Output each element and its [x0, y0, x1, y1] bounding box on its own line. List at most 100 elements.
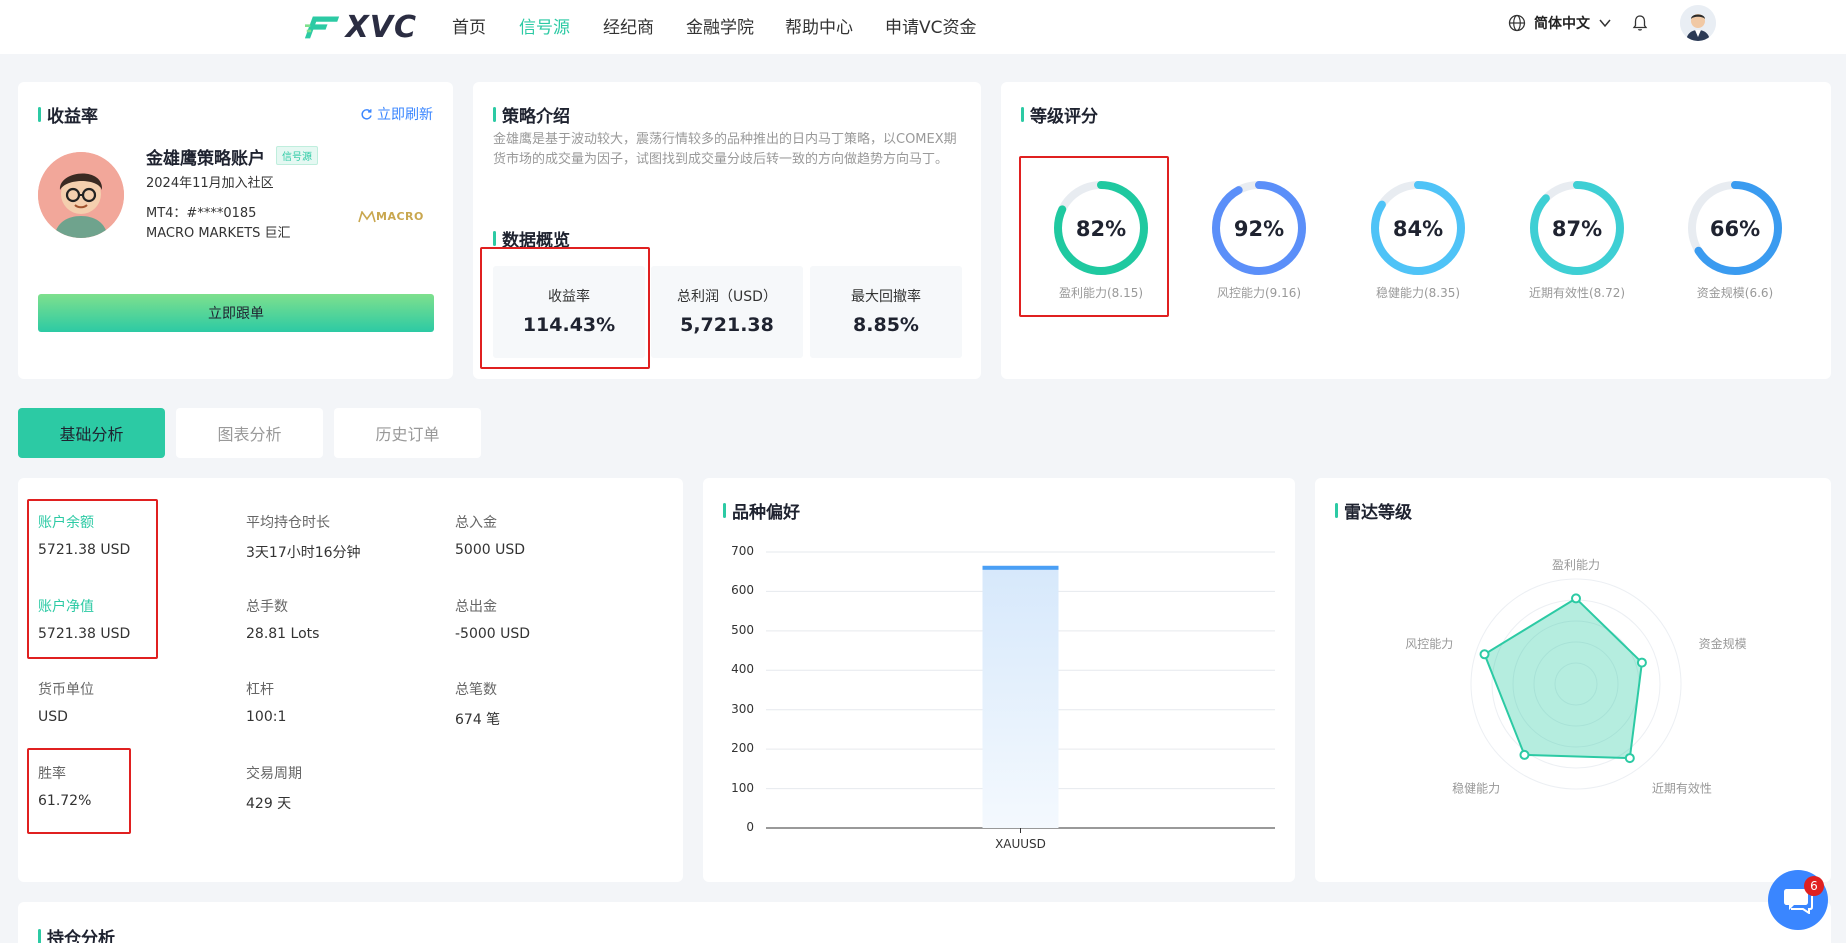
- radar-axis-label: 盈利能力: [1552, 558, 1600, 572]
- bell-icon[interactable]: [1632, 14, 1648, 32]
- detail-value: -5000 USD: [455, 626, 531, 642]
- detail-value: 28.81 Lots: [246, 626, 320, 642]
- gauge-label: 近期有效性(8.72): [1528, 286, 1626, 300]
- detail-label: 货币单位: [38, 682, 94, 698]
- tab-basic-analysis[interactable]: 基础分析: [18, 408, 165, 458]
- detail-label: 总入金: [455, 515, 497, 531]
- gauge-label: 稳健能力(8.35): [1375, 286, 1461, 300]
- account-avatar: [38, 152, 124, 238]
- x-tick-label: XAUUSD: [995, 837, 1046, 851]
- bar: [982, 565, 1059, 828]
- detail-label: 交易周期: [246, 766, 302, 782]
- signal-source-badge: 信号源: [276, 146, 318, 165]
- detail-label: 平均持仓时长: [246, 515, 330, 531]
- radar-axis-label: 风控能力: [1405, 637, 1453, 651]
- gauge-ring: 84%: [1371, 181, 1465, 275]
- tab-order-history[interactable]: 历史订单: [334, 408, 481, 458]
- radar-point: [1479, 649, 1490, 660]
- radar-axis-label: 资金规模: [1699, 636, 1747, 651]
- gauge-ring: 82%: [1054, 181, 1148, 275]
- detail-label: 总笔数: [455, 682, 497, 698]
- detail-value: 61.72%: [38, 793, 92, 809]
- strategy-card-title: 策略介绍: [493, 102, 570, 127]
- nav-item-help[interactable]: 帮助中心: [785, 13, 853, 38]
- user-avatar-icon: [1680, 5, 1716, 41]
- detail-label: 总出金: [455, 599, 497, 615]
- broker-name: MACRO MARKETS 巨汇: [146, 226, 291, 241]
- detail-label: 胜率: [38, 766, 66, 782]
- strategy-card: 策略介绍 金雄鹰是基于波动较大，震荡行情较多的品种推出的日内马丁策略，以COME…: [473, 82, 981, 379]
- stat-return-rate: 收益率 114.43%: [493, 266, 645, 358]
- nav-item-apply-funds[interactable]: 申请VC资金: [885, 13, 977, 38]
- user-avatar[interactable]: [1680, 5, 1716, 41]
- radar-point: [1519, 749, 1530, 760]
- gauge-value: 92%: [1234, 217, 1284, 241]
- refresh-icon: [361, 108, 372, 119]
- macro-logo-icon: [358, 210, 376, 222]
- detail-label: 账户净值: [38, 599, 94, 615]
- detail-value: 429 天: [246, 796, 292, 812]
- rating-gauge: 84% 稳健能力(8.35): [1358, 178, 1478, 301]
- gauge-ring: 92%: [1212, 181, 1306, 275]
- overview-title: 数据概览: [493, 226, 570, 251]
- gauge-ring: 87%: [1530, 181, 1624, 275]
- gauge-value: 66%: [1710, 217, 1760, 241]
- radar-chart: 盈利能力资金规模近期有效性 稳健能力 风控能力: [1405, 558, 1747, 795]
- gauge-value: 87%: [1552, 217, 1602, 241]
- language-selector[interactable]: 简体中文: [1508, 13, 1612, 33]
- cartoon-avatar-icon: [38, 152, 124, 238]
- rating-card-title: 等级评分: [1021, 102, 1098, 127]
- logo[interactable]: XVC: [305, 8, 417, 46]
- logo-text: XVC: [345, 9, 417, 45]
- gauge-value: 84%: [1393, 217, 1443, 241]
- chevron-down-icon: [1599, 19, 1611, 28]
- follow-trade-button[interactable]: 立即跟单: [38, 294, 434, 332]
- rating-gauge: 87% 近期有效性(8.72): [1517, 178, 1637, 301]
- bar-cap: [982, 565, 1059, 570]
- profit-card-title: 收益率: [38, 102, 98, 127]
- mt4-account: MT4：#****0185: [146, 206, 257, 221]
- stat-label: 收益率: [548, 289, 590, 305]
- detail-value: 5721.38 USD: [38, 542, 131, 558]
- gauge-label: 盈利能力(8.15): [1058, 286, 1144, 300]
- refresh-button[interactable]: 立即刷新: [360, 104, 433, 124]
- position-analysis-card: 持仓分析: [18, 902, 1831, 943]
- rating-gauge: 66% 资金规模(6.6): [1675, 178, 1795, 301]
- radar-card: 雷达等级 盈利能力 资金规模 近期有效性 稳健能力 风控能力: [1315, 478, 1831, 882]
- radar-point: [1571, 593, 1581, 604]
- account-name: 金雄鹰策略账户: [146, 149, 265, 169]
- radar-axis-label: 稳健能力: [1452, 780, 1500, 795]
- tab-chart-analysis[interactable]: 图表分析: [176, 408, 323, 458]
- gauge-value: 82%: [1076, 217, 1126, 241]
- profit-card: 收益率 立即刷新 金雄鹰策略账户 信号源 2024年11月加入社区 MT4：#*…: [18, 82, 453, 379]
- nav-item-home[interactable]: 首页: [452, 13, 486, 38]
- nav-item-signals[interactable]: 信号源: [519, 13, 570, 38]
- detail-value: 5721.38 USD: [38, 626, 131, 642]
- stat-max-drawdown: 最大回撤率 8.85%: [810, 266, 962, 358]
- detail-label: 杠杆: [246, 682, 274, 698]
- stat-value: 8.85%: [853, 314, 919, 336]
- radar-axis-label: 近期有效性: [1652, 780, 1712, 795]
- detail-label: 账户余额: [38, 515, 94, 531]
- stat-label: 最大回撤率: [851, 289, 921, 305]
- top-navigation: XVC 首页 信号源 经纪商 金融学院 帮助中心 申请VC资金 简体中文: [0, 0, 1846, 54]
- detail-value: USD: [38, 709, 68, 725]
- rating-gauge: 92% 风控能力(9.16): [1199, 178, 1319, 301]
- nav-item-academy[interactable]: 金融学院: [686, 13, 754, 38]
- gauge-label: 风控能力(9.16): [1216, 286, 1302, 300]
- rating-card: 等级评分 82% 盈利能力(8.15) 92% 风控能力(9.16) 84% 稳健能力(8…: [1001, 82, 1831, 379]
- radar-point: [1636, 657, 1647, 668]
- detail-value: 100:1: [246, 709, 287, 725]
- variety-bar-chart: XAUUSD: [766, 551, 1275, 851]
- rating-gauge: 82% 盈利能力(8.15): [1041, 178, 1161, 301]
- radar-point: [1624, 753, 1635, 764]
- nav-item-brokers[interactable]: 经纪商: [603, 13, 654, 38]
- gauge-ring: 66%: [1688, 181, 1782, 275]
- globe-icon: [1508, 14, 1526, 32]
- detail-label: 总手数: [246, 599, 288, 615]
- join-date: 2024年11月加入社区: [146, 176, 274, 191]
- chat-button[interactable]: 6: [1768, 870, 1828, 930]
- detail-value: 3天17小时16分钟: [246, 545, 361, 561]
- stat-total-profit: 总利润（USD） 5,721.38: [651, 266, 803, 358]
- detail-value: 674 笔: [455, 712, 501, 728]
